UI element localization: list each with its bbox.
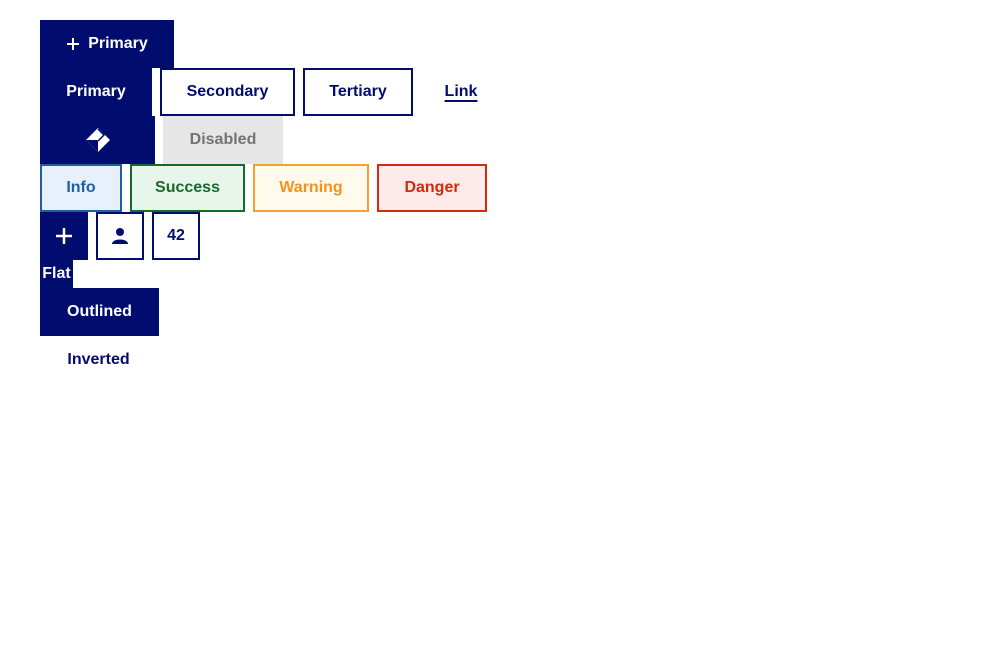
warning-button-label: Warning	[279, 179, 343, 196]
move-diamond-icon	[83, 125, 113, 155]
user-icon	[111, 227, 129, 245]
flat-button[interactable]: Flat	[40, 260, 73, 288]
secondary-button-label: Secondary	[186, 83, 269, 100]
link-button[interactable]: Link	[421, 68, 501, 116]
count-label: 42	[167, 227, 185, 244]
success-button[interactable]: Success	[130, 164, 245, 212]
outlined-button[interactable]: Outlined	[40, 288, 159, 336]
count-square-button[interactable]: 42	[152, 212, 200, 260]
tertiary-button[interactable]: Tertiary	[303, 68, 413, 116]
secondary-button[interactable]: Secondary	[160, 68, 295, 116]
success-button-label: Success	[155, 179, 220, 196]
add-square-button[interactable]	[40, 212, 88, 260]
flat-button-label: Flat	[42, 265, 71, 282]
primary-with-icon-button[interactable]: Primary	[40, 20, 174, 68]
danger-button[interactable]: Danger	[377, 164, 487, 212]
primary-button-label: Primary	[66, 83, 126, 100]
plus-icon	[66, 37, 80, 51]
inverted-button-label: Inverted	[67, 351, 130, 368]
disabled-button: Disabled	[163, 116, 283, 164]
link-button-label: Link	[444, 83, 478, 100]
icon-only-button[interactable]	[40, 116, 155, 164]
primary-with-icon-label: Primary	[88, 35, 148, 52]
info-button[interactable]: Info	[40, 164, 122, 212]
user-square-button[interactable]	[96, 212, 144, 260]
info-button-label: Info	[66, 179, 96, 196]
primary-button[interactable]: Primary	[40, 68, 152, 116]
disabled-button-label: Disabled	[189, 131, 257, 148]
tertiary-button-label: Tertiary	[329, 83, 387, 100]
inverted-button[interactable]: Inverted	[40, 336, 157, 384]
plus-icon	[55, 227, 73, 245]
danger-button-label: Danger	[404, 179, 460, 196]
warning-button[interactable]: Warning	[253, 164, 369, 212]
outlined-button-label: Outlined	[67, 303, 132, 320]
